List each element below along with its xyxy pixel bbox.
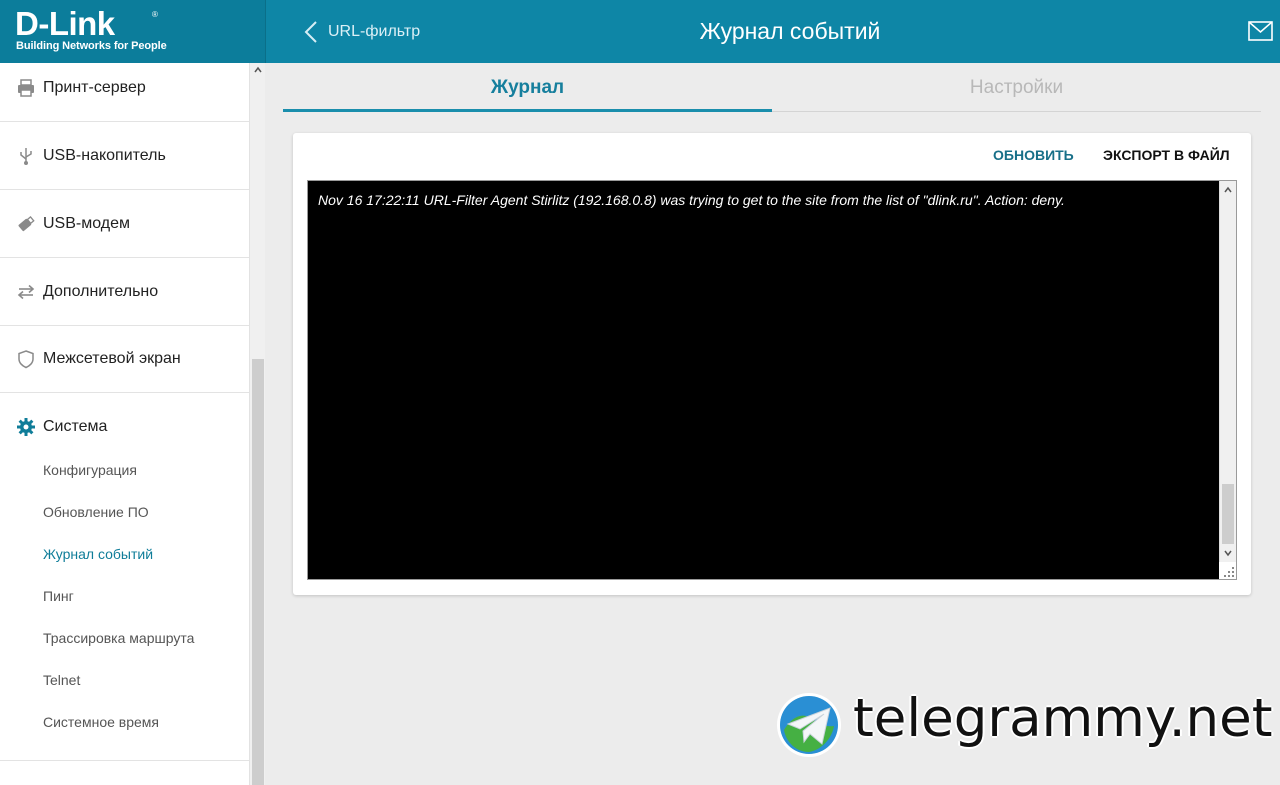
back-button[interactable]: URL-фильтр — [304, 18, 420, 46]
app-header: D-Link ® Building Networks for People UR… — [0, 0, 1280, 63]
sidebar-subitem-configuration[interactable]: Конфигурация — [43, 462, 137, 478]
sidebar-subitem-telnet[interactable]: Telnet — [43, 672, 80, 688]
chevron-up-icon[interactable] — [1223, 185, 1233, 195]
telegram-globe-logo — [777, 693, 841, 757]
log-textarea[interactable]: Nov 16 17:22:11 URL-Filter Agent Stirlit… — [307, 180, 1237, 580]
sidebar-item-usb-storage[interactable]: USB-накопитель — [0, 122, 249, 190]
tab-settings[interactable]: Настройки — [772, 66, 1261, 112]
sidebar-scrollbar[interactable] — [249, 63, 265, 785]
sidebar-subitem-firmware-update[interactable]: Обновление ПО — [43, 504, 149, 520]
sidebar-item-label: Принт-сервер — [43, 78, 146, 96]
printer-icon — [18, 78, 34, 97]
log-scrollbar[interactable] — [1219, 181, 1236, 563]
usb-icon — [20, 147, 32, 165]
sidebar-item-system[interactable]: Система — [0, 393, 249, 461]
sidebar-subitem-traceroute[interactable]: Трассировка маршрута — [43, 630, 194, 646]
transfer-arrows-icon — [17, 284, 35, 299]
tab-journal[interactable]: Журнал — [283, 66, 772, 112]
dlink-logo[interactable]: D-Link ® Building Networks for People — [0, 0, 266, 63]
chevron-up-icon[interactable] — [253, 65, 263, 75]
sidebar-subitem-system-time[interactable]: Системное время — [43, 714, 159, 730]
sidebar-item-label: Межсетевой экран — [43, 349, 181, 367]
sidebar-item-label: USB-накопитель — [43, 146, 166, 164]
export-to-file-button[interactable]: ЭКСПОРТ В ФАЙЛ — [1103, 147, 1230, 163]
sidebar-item-label: Дополнительно — [43, 282, 159, 300]
usb-modem-icon — [18, 215, 35, 231]
shield-icon — [18, 349, 34, 368]
sidebar-item-label: Система — [43, 418, 108, 435]
logo-tagline: Building Networks for People — [16, 40, 167, 52]
logo-registered-mark: ® — [152, 10, 158, 19]
sidebar-subitem-ping[interactable]: Пинг — [43, 588, 74, 604]
sidebar-item-advanced[interactable]: Дополнительно — [0, 258, 249, 326]
log-card: ОБНОВИТЬ ЭКСПОРТ В ФАЙЛ Nov 16 17:22:11 … — [293, 133, 1251, 595]
sidebar-item-firewall[interactable]: Межсетевой экран — [0, 325, 249, 393]
sidebar-scroll-thumb[interactable] — [252, 359, 264, 785]
log-scroll-thumb[interactable] — [1222, 484, 1234, 544]
sidebar-divider — [0, 760, 249, 761]
sidebar-item-label: USB-модем — [43, 214, 131, 232]
resize-grip-icon — [1224, 567, 1234, 577]
refresh-button[interactable]: ОБНОВИТЬ — [993, 147, 1074, 163]
page-title: Журнал событий — [699, 18, 881, 44]
gear-icon — [17, 418, 35, 436]
back-label: URL-фильтр — [328, 23, 421, 40]
resize-handle[interactable] — [1219, 562, 1236, 579]
chevron-left-icon — [304, 21, 317, 43]
log-content: Nov 16 17:22:11 URL-Filter Agent Stirlit… — [318, 192, 1065, 208]
sidebar-subitem-event-log[interactable]: Журнал событий — [43, 546, 153, 562]
chevron-down-icon[interactable] — [1223, 548, 1233, 558]
watermark-text: telegrammy.net — [853, 688, 1273, 749]
logo-wordmark: D-Link — [15, 5, 115, 42]
sidebar: Принт-сервер USB-накопитель USB-модем До… — [0, 63, 249, 785]
sidebar-item-print-server[interactable]: Принт-сервер — [0, 63, 249, 122]
sidebar-item-usb-modem[interactable]: USB-модем — [0, 190, 249, 258]
mail-icon[interactable] — [1248, 21, 1273, 41]
